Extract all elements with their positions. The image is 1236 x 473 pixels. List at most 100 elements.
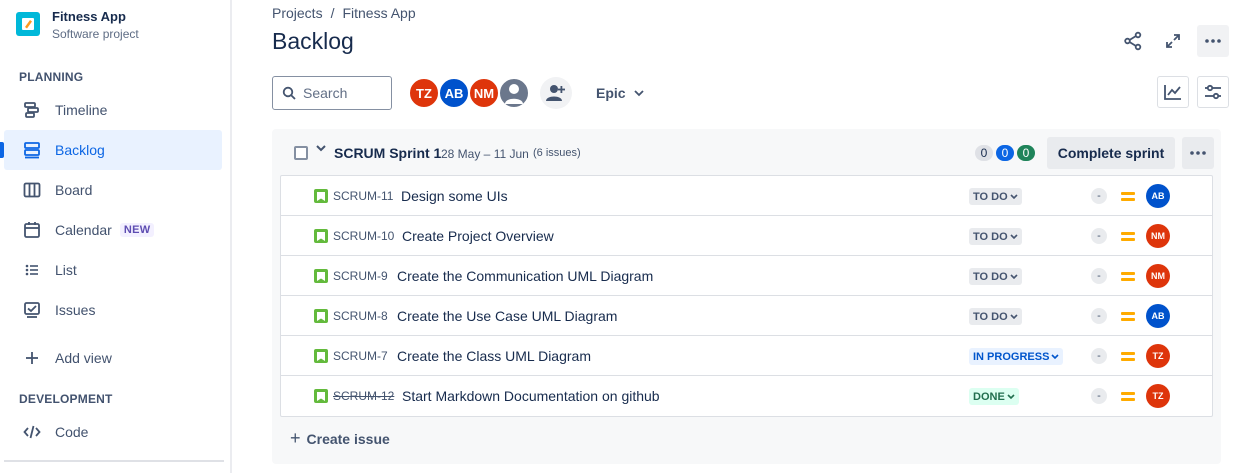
- status-dropdown[interactable]: TO DO: [969, 308, 1022, 325]
- issue-summary[interactable]: Create the Use Case UML Diagram: [397, 308, 617, 324]
- sprint-checkbox[interactable]: [294, 146, 308, 160]
- plus-icon: +: [290, 428, 301, 448]
- sidebar-item-add-view[interactable]: Add view: [4, 338, 222, 378]
- search-input[interactable]: Search: [272, 76, 392, 110]
- assignee-avatar[interactable]: TZ: [1146, 344, 1170, 368]
- chevron-down-icon: [1010, 273, 1018, 279]
- create-issue-button[interactable]: + Create issue: [290, 428, 390, 449]
- sidebar-item-timeline[interactable]: Timeline: [4, 90, 222, 130]
- issue-key[interactable]: SCRUM-7: [333, 349, 388, 363]
- sprint-header: SCRUM Sprint 1 28 May – 11 Jun (6 issues…: [272, 129, 1221, 175]
- issue-row[interactable]: SCRUM-8 Create the Use Case UML Diagram …: [281, 296, 1212, 336]
- issue-summary[interactable]: Create the Communication UML Diagram: [397, 268, 653, 284]
- project-name: Fitness App: [52, 9, 126, 24]
- create-issue-label: Create issue: [306, 430, 390, 447]
- assignee-avatar[interactable]: AB: [1146, 304, 1170, 328]
- sidebar-item-label: Calendar: [55, 222, 112, 238]
- issues-icon: [20, 298, 44, 322]
- issue-row[interactable]: SCRUM-9 Create the Communication UML Dia…: [281, 256, 1212, 296]
- assignee-avatar[interactable]: TZ: [1146, 384, 1170, 408]
- insights-button[interactable]: [1157, 76, 1189, 108]
- search-placeholder: Search: [303, 85, 348, 101]
- sidebar-item-issues[interactable]: Issues: [4, 290, 222, 330]
- fullscreen-button[interactable]: [1157, 25, 1189, 57]
- more-icon: [1190, 151, 1206, 155]
- priority-medium-icon: [1121, 310, 1135, 322]
- project-logo-icon: [16, 12, 40, 36]
- plus-icon: [20, 346, 44, 370]
- issue-summary[interactable]: Create the Class UML Diagram: [397, 348, 591, 364]
- issue-summary[interactable]: Create Project Overview: [402, 228, 554, 244]
- story-points-estimate[interactable]: -: [1091, 188, 1107, 204]
- epic-filter-dropdown[interactable]: Epic: [596, 85, 644, 101]
- story-points-estimate[interactable]: -: [1091, 308, 1107, 324]
- story-points-estimate[interactable]: -: [1091, 228, 1107, 244]
- avatar[interactable]: NM: [468, 77, 500, 109]
- points-done: 0: [1017, 145, 1035, 161]
- assignee-avatar[interactable]: NM: [1146, 264, 1170, 288]
- issue-row[interactable]: SCRUM-11 Design some UIs TO DO - AB: [281, 176, 1212, 216]
- assignee-avatar[interactable]: AB: [1146, 184, 1170, 208]
- sidebar-item-list[interactable]: List: [4, 250, 222, 290]
- story-points-estimate[interactable]: -: [1091, 388, 1107, 404]
- chevron-down-icon: [633, 89, 644, 96]
- issue-key[interactable]: SCRUM-11: [333, 189, 393, 203]
- chevron-down-icon: [1010, 233, 1018, 239]
- story-points-estimate[interactable]: -: [1091, 348, 1107, 364]
- assignee-avatar[interactable]: NM: [1146, 224, 1170, 248]
- sidebar-item-label: Code: [55, 424, 89, 440]
- chevron-down-icon: [1010, 193, 1018, 199]
- project-header[interactable]: Fitness App Software project: [16, 8, 139, 42]
- settings-sliders-icon: [1205, 84, 1221, 100]
- code-icon: [20, 420, 44, 444]
- avatar[interactable]: AB: [438, 77, 470, 109]
- status-dropdown[interactable]: TO DO: [969, 188, 1022, 205]
- issue-row[interactable]: SCRUM-12 Start Markdown Documentation on…: [281, 376, 1212, 416]
- calendar-icon: [20, 218, 44, 242]
- avatar-unassigned[interactable]: [498, 77, 530, 109]
- status-dropdown[interactable]: DONE: [969, 388, 1019, 405]
- sidebar-item-backlog[interactable]: Backlog: [0, 130, 222, 170]
- epic-filter-label: Epic: [596, 85, 626, 101]
- issue-key[interactable]: SCRUM-8: [333, 309, 388, 323]
- share-button[interactable]: [1117, 25, 1149, 57]
- view-settings-button[interactable]: [1197, 76, 1229, 108]
- planning-heading: PLANNING: [19, 70, 84, 84]
- complete-sprint-button[interactable]: Complete sprint: [1047, 137, 1175, 169]
- story-icon: [314, 269, 328, 283]
- issue-summary[interactable]: Start Markdown Documentation on github: [402, 388, 660, 404]
- sidebar-item-label: Issues: [55, 302, 96, 318]
- status-dropdown[interactable]: TO DO: [969, 228, 1022, 245]
- issue-key[interactable]: SCRUM-10: [333, 229, 394, 243]
- issue-key[interactable]: SCRUM-9: [333, 269, 388, 283]
- issue-key[interactable]: SCRUM-12: [333, 389, 394, 403]
- chevron-down-icon: [1010, 313, 1018, 319]
- sprint-more-button[interactable]: [1182, 137, 1214, 169]
- avatar-group: TZ AB NM: [408, 77, 530, 109]
- more-actions-button[interactable]: [1197, 25, 1229, 57]
- story-points-estimate[interactable]: -: [1091, 268, 1107, 284]
- sprint-dates: 28 May – 11 Jun: [441, 147, 529, 161]
- story-icon: [314, 189, 328, 203]
- status-dropdown[interactable]: TO DO: [969, 268, 1022, 285]
- sidebar-item-label: Timeline: [55, 102, 108, 118]
- priority-medium-icon: [1121, 390, 1135, 402]
- list-icon: [20, 258, 44, 282]
- issue-summary[interactable]: Design some UIs: [401, 188, 508, 204]
- add-people-button[interactable]: [540, 77, 572, 109]
- issue-row[interactable]: SCRUM-10 Create Project Overview TO DO -…: [281, 216, 1212, 256]
- sidebar-item-code[interactable]: Code: [4, 412, 222, 452]
- sidebar-item-board[interactable]: Board: [4, 170, 222, 210]
- priority-medium-icon: [1121, 270, 1135, 282]
- issue-row[interactable]: SCRUM-7 Create the Class UML Diagram IN …: [281, 336, 1212, 376]
- backlog-icon: [20, 138, 44, 162]
- breadcrumb-project[interactable]: Fitness App: [342, 5, 415, 21]
- status-dropdown[interactable]: IN PROGRESS: [969, 348, 1064, 365]
- avatar[interactable]: TZ: [408, 77, 440, 109]
- issue-list: SCRUM-11 Design some UIs TO DO - AB SCRU…: [280, 175, 1213, 417]
- breadcrumb-projects[interactable]: Projects: [272, 5, 323, 21]
- sprint-name[interactable]: SCRUM Sprint 1: [334, 145, 441, 161]
- status-label: TO DO: [973, 230, 1008, 243]
- priority-medium-icon: [1121, 350, 1135, 362]
- sidebar-item-calendar[interactable]: Calendar NEW: [4, 210, 222, 250]
